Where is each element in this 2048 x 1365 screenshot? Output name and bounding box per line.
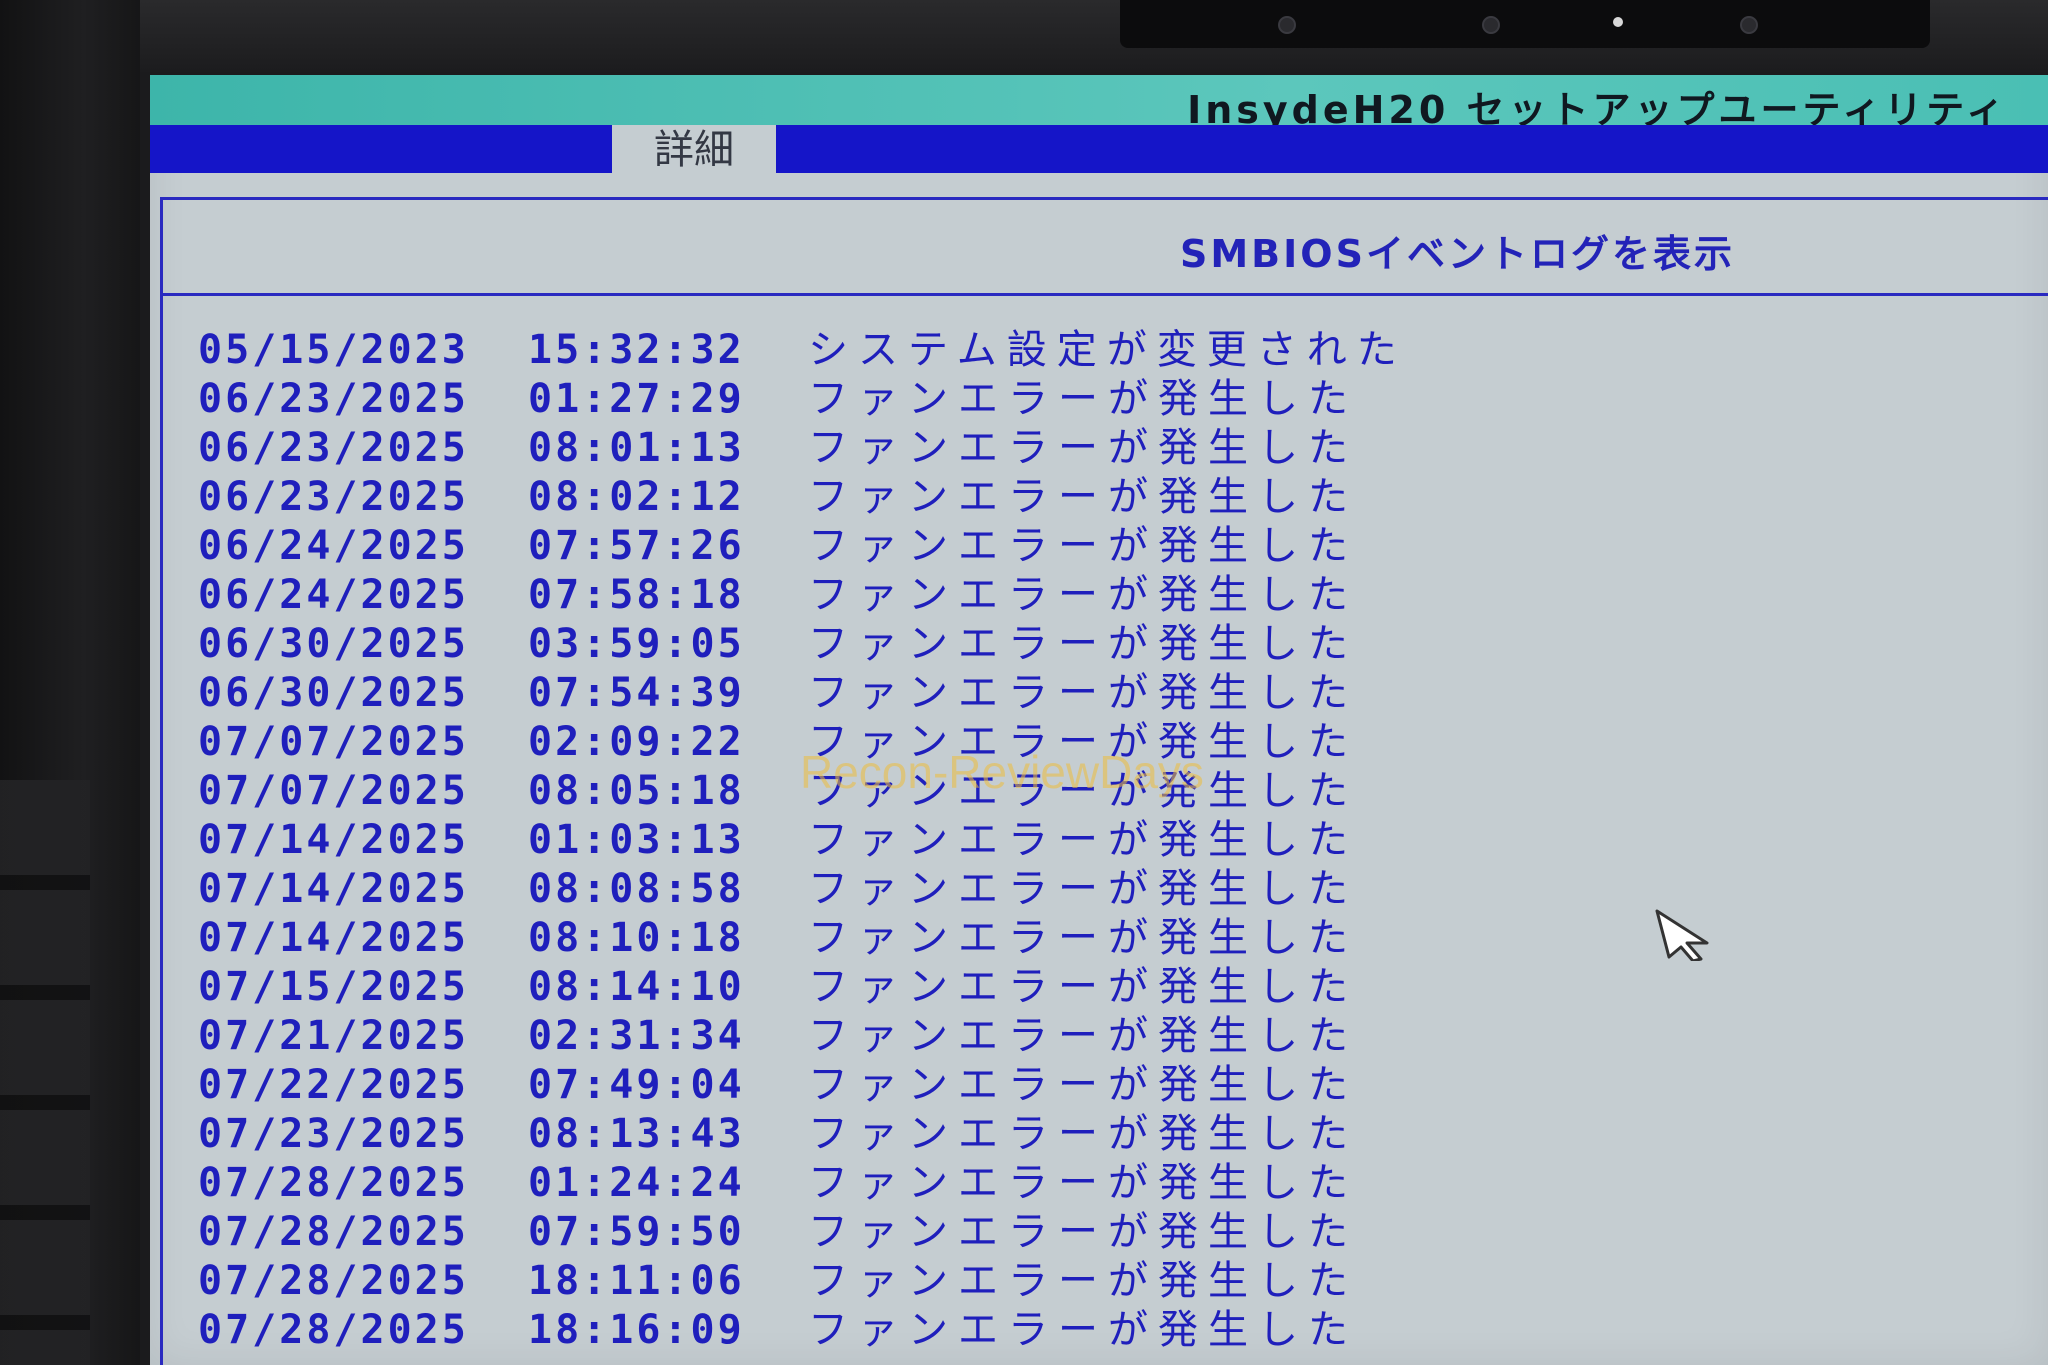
log-row[interactable]: 07/22/2025 07:49:04 ファンエラーが発生した — [198, 1052, 1407, 1108]
title-bar: InsydeH20 セットアップユーティリティ — [150, 75, 2048, 132]
log-row[interactable]: 07/28/2025 07:59:50 ファンエラーが発生した — [198, 1199, 1407, 1255]
page-title: SMBIOSイベントログを表示 — [1180, 232, 1735, 276]
log-row[interactable]: 06/30/2025 07:54:39 ファンエラーが発生した — [198, 660, 1407, 716]
webcam-bar — [1120, 0, 1930, 48]
log-row[interactable]: 05/15/2023 15:32:32 システム設定が変更された — [198, 317, 1407, 373]
event-log-list[interactable]: 05/15/2023 15:32:32 システム設定が変更された 06/23/2025… — [198, 317, 1407, 1353]
log-row[interactable]: 06/30/2025 03:59:05 ファンエラーが発生した — [198, 611, 1407, 667]
log-date: 07/28/2025 — [198, 1307, 469, 1353]
log-row[interactable]: 07/28/2025 01:24:24 ファンエラーが発生した — [198, 1150, 1407, 1206]
log-row[interactable]: 07/14/2025 08:10:18 ファンエラーが発生した — [198, 905, 1407, 961]
log-row[interactable]: 06/24/2025 07:58:18 ファンエラーが発生した — [198, 562, 1407, 618]
log-row[interactable]: 06/23/2025 08:01:13 ファンエラーが発生した — [198, 415, 1407, 471]
bios-screen: InsydeH20 セットアップユーティリティ 詳細 SMBIOSイベントログを… — [150, 75, 2048, 1365]
log-row[interactable]: 07/14/2025 01:03:13 ファンエラーが発生した — [198, 807, 1407, 863]
webcam-sensor-icon — [1482, 16, 1500, 34]
log-row[interactable]: 06/23/2025 01:27:29 ファンエラーが発生した — [198, 366, 1407, 422]
webcam-led-icon — [1613, 17, 1623, 27]
log-row[interactable]: 07/15/2025 08:14:10 ファンエラーが発生した — [198, 954, 1407, 1010]
webcam-mic-icon — [1740, 16, 1758, 34]
header-divider — [162, 293, 2048, 296]
log-row[interactable]: 06/24/2025 07:57:26 ファンエラーが発生した — [198, 513, 1407, 569]
menu-bar — [150, 125, 2048, 173]
log-msg: ファンエラーが発生した — [808, 1307, 1358, 1353]
mouse-pointer-icon — [1655, 909, 1709, 961]
tab-advanced[interactable]: 詳細 — [612, 125, 776, 175]
log-row[interactable]: 07/28/2025 18:11:06 ファンエラーが発生した — [198, 1248, 1407, 1304]
keyboard-edge — [0, 780, 90, 1365]
log-row[interactable]: 07/23/2025 08:13:43 ファンエラーが発生した — [198, 1101, 1407, 1157]
log-row[interactable]: 07/21/2025 02:31:34 ファンエラーが発生した — [198, 1003, 1407, 1059]
log-time: 18:16:09 — [528, 1307, 745, 1353]
webcam-lens-icon — [1278, 16, 1296, 34]
log-row[interactable]: 07/28/2025 18:16:09 ファンエラーが発生した — [198, 1297, 1407, 1353]
log-row[interactable]: 06/23/2025 08:02:12 ファンエラーが発生した — [198, 464, 1407, 520]
log-row[interactable]: 07/14/2025 08:08:58 ファンエラーが発生した — [198, 856, 1407, 912]
watermark: Recon-ReviewDays — [800, 746, 1204, 798]
